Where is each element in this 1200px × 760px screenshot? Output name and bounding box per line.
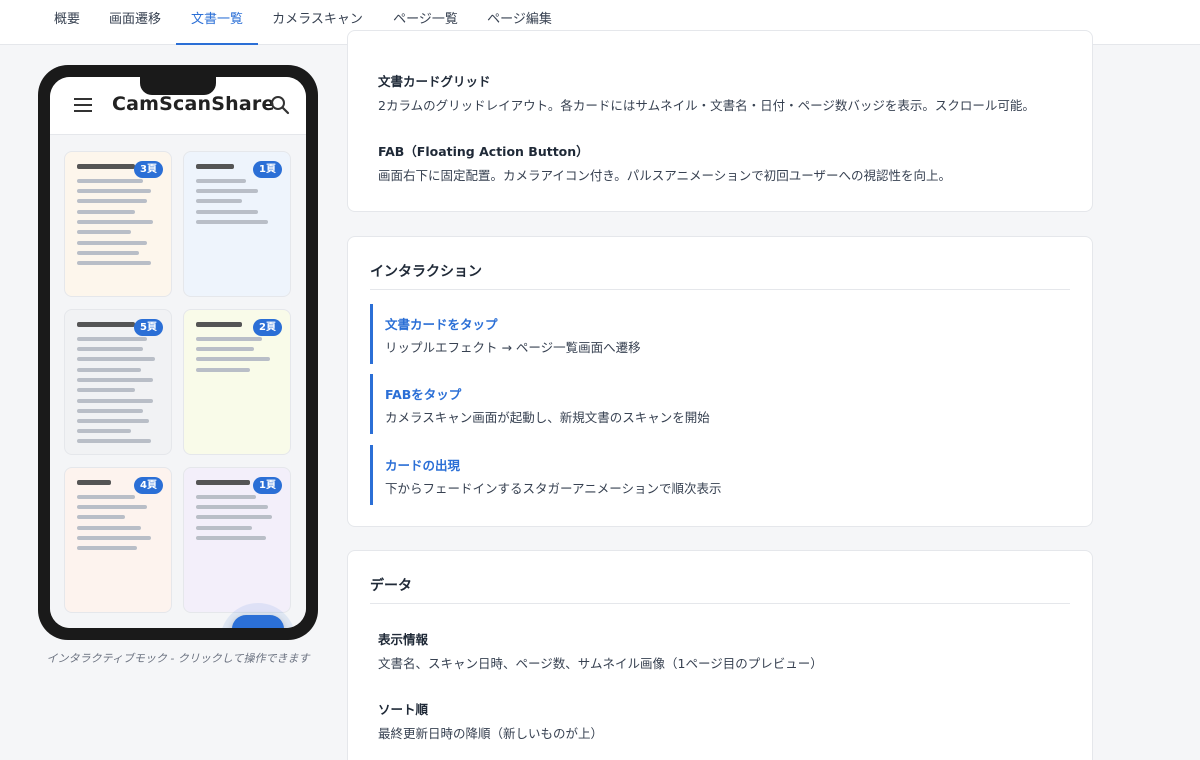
item-desc: 2カラムのグリッドレイアウト。各カードにはサムネイル・文書名・日付・ページ数バッ… <box>378 98 1035 113</box>
item-title: ソート順 <box>378 702 429 717</box>
document-card[interactable]: 3頁 <box>64 151 172 297</box>
phone-notch <box>140 77 216 95</box>
document-card[interactable]: 1頁 <box>183 151 291 297</box>
tab-overview[interactable]: 概要 <box>54 0 80 45</box>
page-count-badge: 1頁 <box>253 161 282 178</box>
tab-document-list[interactable]: 文書一覧 <box>176 0 258 45</box>
section-divider <box>370 289 1070 290</box>
page-count-badge: 3頁 <box>134 161 163 178</box>
tab-screen-flow[interactable]: 画面遷移 <box>109 0 161 45</box>
phone-mockup: CamScanShare 3頁 1頁 5頁 2頁 4頁 1頁 <box>38 65 318 640</box>
search-icon[interactable] <box>269 94 291 116</box>
camera-fab-button[interactable] <box>232 615 284 628</box>
layout-panel: 文書カードグリッド 2カラムのグリッドレイアウト。各カードにはサムネイル・文書名… <box>347 30 1093 212</box>
item-title: FAB（Floating Action Button） <box>378 144 589 159</box>
interaction-item: 文書カードをタップ リップルエフェクト → ページ一覧画面へ遷移 <box>370 304 1070 364</box>
document-card[interactable]: 2頁 <box>183 309 291 455</box>
menu-icon[interactable] <box>74 98 92 112</box>
page-count-badge: 1頁 <box>253 477 282 494</box>
phone-screen: CamScanShare 3頁 1頁 5頁 2頁 4頁 1頁 <box>50 77 306 628</box>
document-card[interactable]: 5頁 <box>64 309 172 455</box>
page-count-badge: 4頁 <box>134 477 163 494</box>
item-desc: 最終更新日時の降順（新しいものが上） <box>378 726 604 741</box>
interaction-desc: リップルエフェクト → ページ一覧画面へ遷移 <box>385 340 641 355</box>
interaction-title: カードの出現 <box>385 458 461 473</box>
item-title: 表示情報 <box>378 632 429 647</box>
phone-caption: インタラクティブモック - クリックして操作できます <box>46 652 310 665</box>
interaction-item: カードの出現 下からフェードインするスタガーアニメーションで順次表示 <box>370 445 1070 505</box>
item-desc: 文書名、スキャン日時、ページ数、サムネイル画像（1ページ目のプレビュー） <box>378 656 823 671</box>
interaction-desc: 下からフェードインするスタガーアニメーションで順次表示 <box>385 481 722 496</box>
interaction-title: FABをタップ <box>385 387 462 402</box>
document-card[interactable]: 4頁 <box>64 467 172 613</box>
item-desc: 画面右下に固定配置。カメラアイコン付き。パルスアニメーションで初回ユーザーへの視… <box>378 168 952 183</box>
interaction-title: 文書カードをタップ <box>385 317 498 332</box>
interaction-item: FABをタップ カメラスキャン画面が起動し、新規文書のスキャンを開始 <box>370 374 1070 434</box>
app-title: CamScanShare <box>112 93 275 115</box>
page-count-badge: 5頁 <box>134 319 163 336</box>
data-panel: データ 表示情報 文書名、スキャン日時、ページ数、サムネイル画像（1ページ目のプ… <box>347 550 1093 760</box>
page-count-badge: 2頁 <box>253 319 282 336</box>
interaction-desc: カメラスキャン画面が起動し、新規文書のスキャンを開始 <box>385 410 710 425</box>
section-divider <box>370 603 1070 604</box>
document-card[interactable]: 1頁 <box>183 467 291 613</box>
section-title: インタラクション <box>370 264 482 280</box>
document-grid: 3頁 1頁 5頁 2頁 4頁 1頁 <box>50 135 306 628</box>
interaction-panel: インタラクション 文書カードをタップ リップルエフェクト → ページ一覧画面へ遷… <box>347 236 1093 527</box>
section-title: データ <box>370 578 412 594</box>
item-title: 文書カードグリッド <box>378 74 491 89</box>
